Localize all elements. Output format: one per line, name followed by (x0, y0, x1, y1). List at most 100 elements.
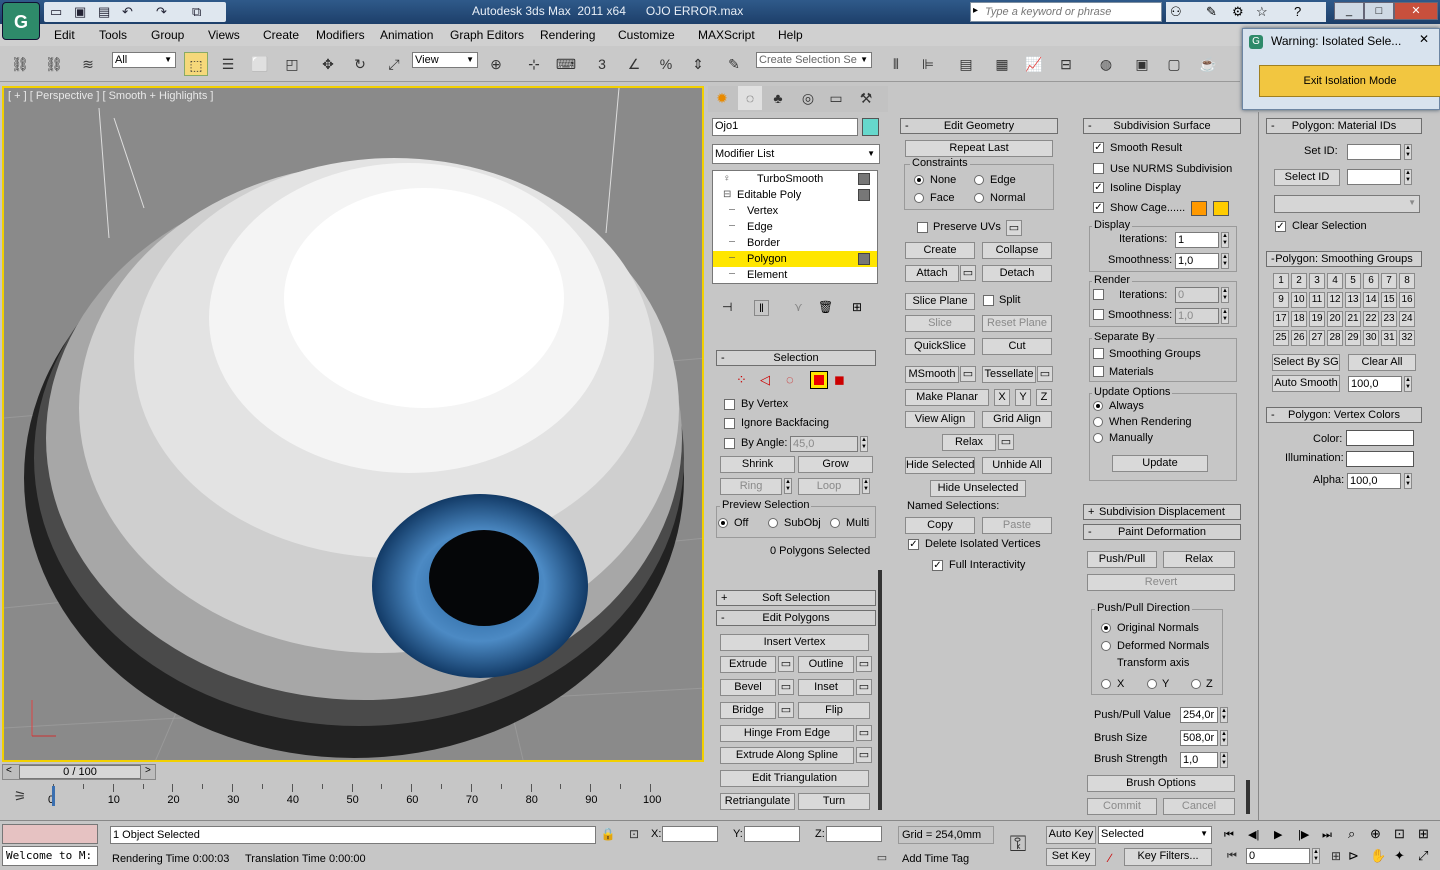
z-coordinate-field[interactable] (826, 826, 882, 842)
illumination-swatch[interactable] (1346, 451, 1414, 467)
push-pull-value-field[interactable]: 254,0r (1180, 707, 1218, 723)
zoom-all-icon[interactable]: ⊕ (1370, 826, 1381, 842)
redo-icon[interactable]: ↷ (156, 2, 167, 22)
flip-button[interactable]: Flip (798, 702, 870, 719)
stack-item-toggle-icon[interactable] (858, 189, 870, 201)
slice-button[interactable]: Slice (905, 315, 975, 332)
split-checkbox[interactable] (983, 295, 994, 306)
scale-icon[interactable]: ⤢ (382, 52, 406, 76)
hinge-settings-button[interactable]: ▭ (856, 725, 872, 741)
stack-item[interactable]: ┄ Element (713, 267, 877, 283)
smoothing-group-button[interactable]: 29 (1345, 330, 1361, 346)
update-when-rendering-radio[interactable] (1093, 417, 1103, 427)
use-nurms-checkbox[interactable] (1093, 163, 1104, 174)
by-angle-checkbox[interactable] (724, 438, 735, 449)
extrude-button[interactable]: Extrude (720, 656, 776, 673)
stack-item[interactable]: ♀ TurboSmooth (713, 171, 877, 187)
time-tag-icon[interactable]: ▭ (870, 846, 894, 870)
open-icon[interactable]: ▣ (74, 2, 86, 22)
slice-plane-button[interactable]: Slice Plane (905, 293, 975, 310)
render-smoothness-checkbox[interactable] (1093, 309, 1104, 320)
display-tab-icon[interactable]: ▭ (824, 86, 848, 110)
render-iterations-spinner[interactable]: ▲ ▼ (1221, 287, 1229, 303)
object-name-field[interactable]: Ojo1 (712, 118, 858, 136)
edit-polygons-rollout-header[interactable]: - Edit Polygons (716, 610, 876, 626)
set-id-field[interactable] (1347, 144, 1401, 160)
smoothing-group-button[interactable]: 12 (1327, 292, 1343, 308)
cage-color-swatch-1[interactable] (1191, 201, 1207, 216)
cage-color-swatch-2[interactable] (1213, 201, 1229, 216)
auto-smooth-field[interactable]: 100,0 (1348, 376, 1402, 392)
expand-icon[interactable]: ⊟ (723, 187, 731, 203)
delete-isolated-checkbox[interactable]: ✓ (908, 539, 919, 550)
smoothing-group-button[interactable]: 16 (1399, 292, 1415, 308)
extrude-settings-button[interactable]: ▭ (778, 656, 794, 672)
smoothing-group-button[interactable]: 7 (1381, 273, 1397, 289)
render-iterations-field[interactable]: 0 (1175, 287, 1219, 303)
msmooth-button[interactable]: MSmooth (905, 366, 959, 383)
vertex-colors-rollout-header[interactable]: - Polygon: Vertex Colors (1266, 407, 1422, 423)
update-button[interactable]: Update (1112, 455, 1208, 472)
track-bar[interactable]: 0102030405060708090100 (48, 784, 704, 810)
smoothing-groups-checkbox[interactable] (1093, 348, 1104, 359)
smoothing-group-button[interactable]: 10 (1291, 292, 1307, 308)
by-vertex-checkbox[interactable] (724, 399, 735, 410)
menu-create[interactable]: Create (263, 24, 299, 46)
preserve-uvs-settings-button[interactable]: ▭ (1006, 220, 1022, 236)
app-logo-icon[interactable]: G (2, 2, 40, 40)
lock-selection-icon[interactable]: 🔒 (596, 822, 620, 846)
bridge-settings-button[interactable]: ▭ (778, 702, 794, 718)
smoothing-group-button[interactable]: 4 (1327, 273, 1343, 289)
modify-tab-icon[interactable]: ◌ (738, 86, 762, 110)
loop-spinner[interactable]: ▲ ▼ (862, 478, 870, 494)
menu-customize[interactable]: Customize (618, 24, 675, 46)
absolute-mode-icon[interactable]: ⊡ (622, 822, 646, 846)
auto-smooth-spinner[interactable]: ▲ ▼ (1404, 376, 1412, 392)
hierarchy-tab-icon[interactable]: ♣ (766, 86, 790, 110)
relax-settings-button[interactable]: ▭ (998, 434, 1014, 450)
smoothing-groups-rollout-header[interactable]: - Polygon: Smoothing Groups (1266, 251, 1422, 267)
object-color-swatch[interactable] (862, 118, 879, 136)
smooth-result-checkbox[interactable]: ✓ (1093, 142, 1104, 153)
element-mode-icon[interactable]: ◼ (834, 372, 845, 388)
angle-spinner[interactable]: ▲ ▼ (860, 436, 868, 452)
smoothing-group-button[interactable]: 22 (1363, 311, 1379, 327)
display-smoothness-spinner[interactable]: ▲ ▼ (1221, 253, 1229, 269)
render-smoothness-spinner[interactable]: ▲ ▼ (1221, 308, 1229, 324)
select-by-name-icon[interactable]: ☰ (216, 52, 240, 76)
render-iterations-checkbox[interactable] (1093, 289, 1104, 300)
modifier-stack[interactable]: ♀ TurboSmooth ⊟ Editable Poly ┄ Vertex ┄ Edge ┄ B… (712, 170, 878, 284)
key-mode-dropdown[interactable]: Selected ▼ (1098, 826, 1212, 844)
smoothing-group-button[interactable]: 3 (1309, 273, 1325, 289)
update-manually-radio[interactable] (1093, 433, 1103, 443)
attach-settings-button[interactable]: ▭ (960, 265, 976, 281)
perspective-viewport[interactable]: [ + ] [ Perspective ] [ Smooth + Highlig… (2, 86, 704, 762)
menu-modifiers[interactable]: Modifiers (316, 24, 365, 46)
y-coordinate-field[interactable] (744, 826, 800, 842)
inset-settings-button[interactable]: ▭ (856, 679, 872, 695)
track-bar-toggle-icon[interactable]: ⚞ (8, 784, 32, 808)
field-of-view-icon[interactable]: ⊳ (1348, 848, 1359, 864)
soft-selection-rollout-header[interactable]: + Soft Selection (716, 590, 876, 606)
relax-button[interactable]: Relax (942, 434, 996, 451)
select-object-icon[interactable]: ⬚ (184, 52, 208, 76)
preview-off-radio[interactable] (718, 518, 728, 528)
window-crossing-icon[interactable]: ◰ (280, 52, 304, 76)
alpha-field[interactable]: 100,0 (1347, 473, 1401, 489)
modifier-list-dropdown[interactable]: Modifier List ▼ (712, 144, 880, 164)
menu-views[interactable]: Views (208, 24, 240, 46)
smoothing-group-button[interactable]: 28 (1327, 330, 1343, 346)
planar-x-button[interactable]: X (994, 389, 1010, 406)
unlink-icon[interactable]: ⛓ (42, 52, 66, 76)
commit-button[interactable]: Commit (1087, 798, 1157, 815)
keyboard-shortcut-icon[interactable]: ⌨ (554, 52, 578, 76)
display-iterations-spinner[interactable]: ▲ ▼ (1221, 232, 1229, 248)
full-interactivity-checkbox[interactable]: ✓ (932, 560, 943, 571)
isoline-display-checkbox[interactable]: ✓ (1093, 182, 1104, 193)
menu-graph-editors[interactable]: Graph Editors (450, 24, 524, 46)
rendered-frame-icon[interactable]: ▢ (1162, 52, 1186, 76)
smoothing-group-button[interactable]: 2 (1291, 273, 1307, 289)
select-id-spinner[interactable]: ▲ ▼ (1404, 169, 1412, 185)
bind-spacewarp-icon[interactable]: ≋ (76, 52, 100, 76)
named-selection-dropdown[interactable]: Create Selection Se ▼ (756, 52, 872, 68)
